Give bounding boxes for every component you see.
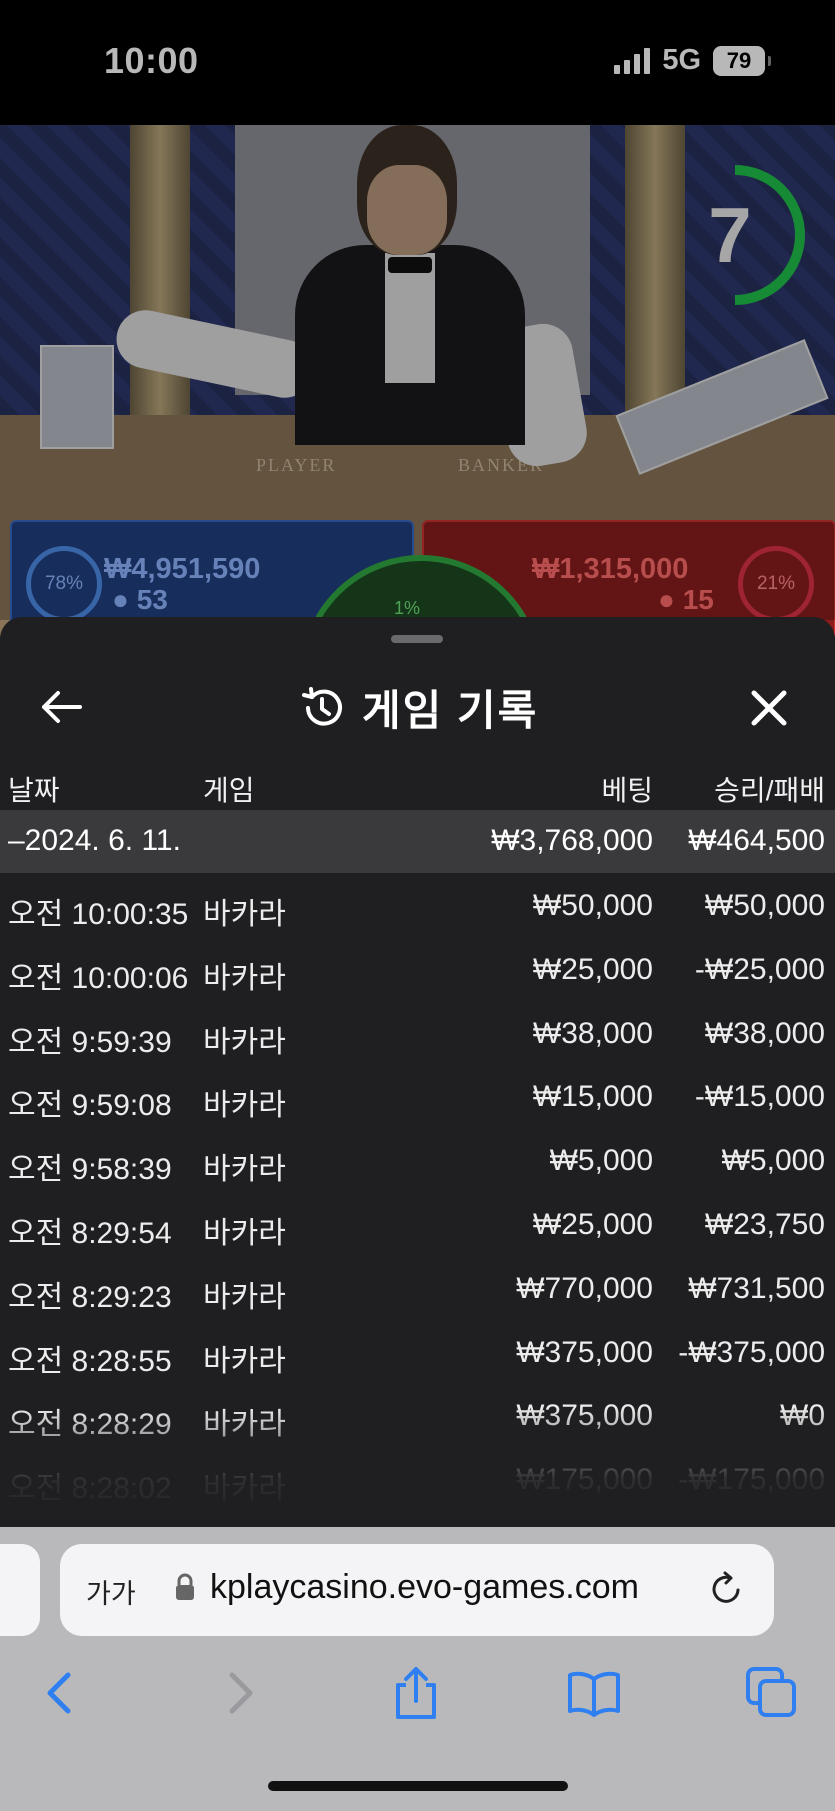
row-game: 바카라: [203, 961, 286, 995]
date-group-bet-total: ₩3,768,000: [491, 824, 653, 857]
list-fade: [0, 1407, 835, 1527]
row-game: 바카라: [203, 1344, 286, 1378]
overlay-dim: [0, 0, 835, 620]
sheet-header: 게임 기록: [0, 647, 835, 757]
text-size-button[interactable]: 가가: [86, 1572, 136, 1611]
row-time: 오전 9:58:39: [8, 1153, 172, 1187]
game-history-sheet: 게임 기록 날짜 게임 베팅 승리/패배 –2024. 6. 11. ₩3,76…: [0, 617, 835, 1527]
back-arrow-icon[interactable]: [38, 687, 84, 727]
column-headers: 날짜 게임 베팅 승리/패배: [0, 757, 835, 817]
row-game: 바카라: [203, 1025, 286, 1059]
row-result: ₩731,500: [688, 1271, 825, 1305]
history-icon: [302, 686, 342, 726]
column-header-result: 승리/패배: [714, 775, 825, 806]
row-result: ₩5,000: [721, 1144, 825, 1178]
row-result: ₩38,000: [704, 1016, 825, 1050]
column-header-date: 날짜: [8, 775, 60, 806]
date-group-result-total: ₩464,500: [688, 824, 825, 857]
home-indicator[interactable]: [268, 1781, 568, 1791]
column-header-bet: 베팅: [601, 775, 653, 806]
row-result: -₩15,000: [694, 1080, 825, 1114]
tabs-icon[interactable]: [744, 1665, 800, 1721]
sheet-grabber[interactable]: [391, 635, 443, 643]
row-bet: ₩38,000: [532, 1016, 653, 1050]
history-row[interactable]: 오전 9:59:39 바카라 ₩38,000 ₩38,000: [0, 1001, 835, 1065]
row-result: -₩375,000: [678, 1335, 825, 1369]
history-row[interactable]: 오전 9:59:08 바카라 ₩15,000 -₩15,000: [0, 1064, 835, 1128]
row-time: 오전 9:59:39: [8, 1025, 172, 1059]
bookmarks-icon[interactable]: [566, 1665, 622, 1721]
forward-icon[interactable]: [212, 1665, 268, 1721]
previous-tab[interactable]: [0, 1544, 40, 1636]
date-group-row[interactable]: –2024. 6. 11. ₩3,768,000 ₩464,500: [0, 810, 835, 873]
share-icon[interactable]: [388, 1665, 444, 1721]
url-text[interactable]: kplaycasino.evo-games.com: [210, 1568, 639, 1607]
history-row[interactable]: 오전 10:00:06 바카라 ₩25,000 -₩25,000: [0, 937, 835, 1001]
row-bet: ₩15,000: [532, 1080, 653, 1114]
row-result: ₩50,000: [704, 889, 825, 922]
lock-icon: [176, 1573, 194, 1600]
row-result: -₩25,000: [694, 952, 825, 986]
row-time: 오전 8:29:54: [8, 1216, 172, 1250]
row-bet: ₩375,000: [516, 1335, 653, 1369]
back-icon[interactable]: [32, 1665, 88, 1721]
sheet-title: 게임 기록: [300, 677, 538, 738]
history-row[interactable]: 오전 9:58:39 바카라 ₩5,000 ₩5,000: [0, 1128, 835, 1192]
row-game: 바카라: [203, 1216, 286, 1250]
row-bet: ₩25,000: [532, 952, 653, 986]
row-bet: ₩5,000: [549, 1144, 653, 1178]
row-time: 오전 8:29:23: [8, 1280, 172, 1314]
history-row[interactable]: 오전 10:00:35 바카라 ₩50,000 ₩50,000: [0, 873, 835, 937]
close-icon[interactable]: [748, 687, 790, 729]
row-time: 오전 9:59:08: [8, 1089, 172, 1123]
row-bet: ₩50,000: [532, 889, 653, 922]
row-bet: ₩25,000: [532, 1207, 653, 1241]
address-bar[interactable]: 가가 kplaycasino.evo-games.com: [60, 1544, 774, 1636]
history-row[interactable]: 오전 8:29:54 바카라 ₩25,000 ₩23,750: [0, 1192, 835, 1256]
row-game: 바카라: [203, 1280, 286, 1314]
column-header-game: 게임: [203, 775, 255, 806]
row-bet: ₩770,000: [516, 1271, 653, 1305]
history-row[interactable]: 오전 8:29:23 바카라 ₩770,000 ₩731,500: [0, 1256, 835, 1320]
row-time: 오전 8:28:55: [8, 1344, 172, 1378]
row-result: ₩23,750: [704, 1207, 825, 1241]
row-game: 바카라: [203, 898, 286, 931]
row-game: 바카라: [203, 1153, 286, 1187]
row-time: 오전 10:00:35: [8, 898, 189, 931]
row-game: 바카라: [203, 1089, 286, 1123]
date-group-label: –2024. 6. 11.: [8, 824, 181, 857]
row-time: 오전 10:00:06: [8, 961, 189, 995]
history-row[interactable]: 오전 8:28:55 바카라 ₩375,000 -₩375,000: [0, 1320, 835, 1384]
reload-icon[interactable]: [708, 1570, 746, 1608]
sheet-title-text: 게임 기록: [362, 687, 539, 734]
